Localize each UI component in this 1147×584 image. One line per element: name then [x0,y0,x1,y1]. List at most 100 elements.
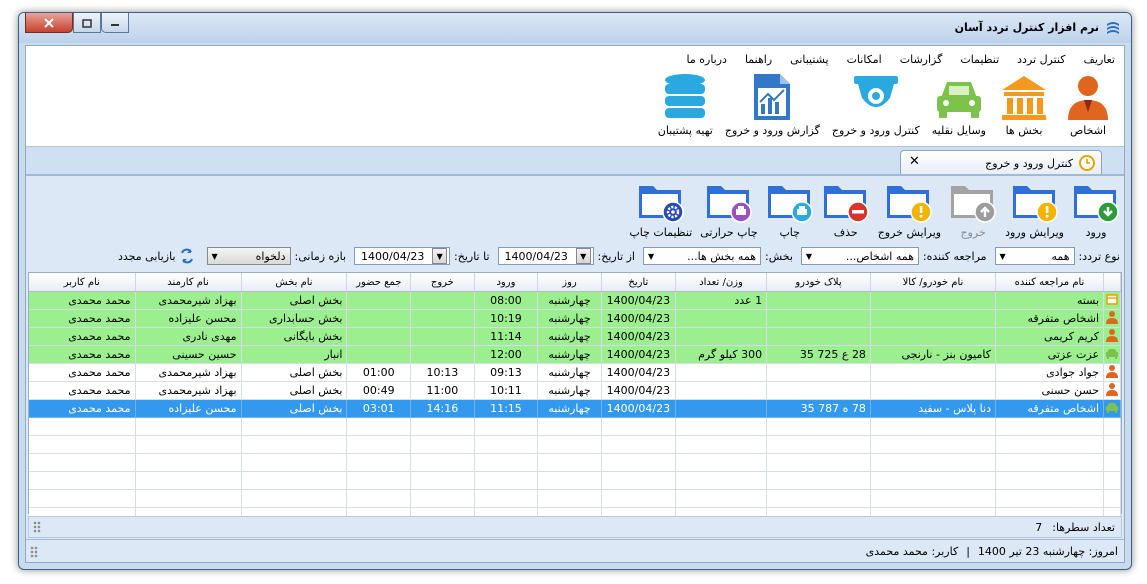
traffic-panel: ورود ویرایش ورود خروج ویرایش خروج حذف چا… [26,174,1124,562]
close-button[interactable] [25,13,73,33]
reload-button[interactable]: بازیابی مجدد [118,248,195,264]
column-header-4[interactable]: تاریخ [601,273,676,292]
toolbar-button-7[interactable]: تنظیمات چاپ [629,180,692,244]
menu-item-2[interactable]: تنظیمات [951,50,1008,70]
table-cell [766,381,871,400]
row-type-cell [1103,363,1121,382]
menu-item-5[interactable]: پشتیبانی [781,50,837,70]
menu-item-4[interactable]: امکانات [838,50,891,70]
folder-warning-icon [1012,186,1058,223]
ribbon: اشخاص بخش ها وسایل نقلیه کنترل ورود و خروج گ… [26,72,1124,144]
toolbar-button-3[interactable]: ویرایش خروج [878,180,941,244]
column-header-5[interactable]: روز [537,273,602,292]
table-cell [675,309,768,328]
from-date-picker[interactable]: 1400/04/23 ▼ [497,247,594,265]
column-header-3[interactable]: وزن/ تعداد [675,273,768,292]
table-cell: 11:15 [474,399,539,418]
table-cell [410,291,475,310]
column-header-6[interactable]: ورود [474,273,539,292]
row-type-cell [1103,327,1121,346]
status-today: امروز: چهارشنبه 23 تیر 1400 [977,544,1118,558]
menu-item-6[interactable]: راهنما [736,50,781,70]
maximize-button[interactable] [73,13,101,33]
empty-cell [29,471,136,490]
table-cell: کریم کریمی [995,327,1105,346]
table-row[interactable]: جواد جوادی 1400/04/23 چهارشنبه 09:13 10:13 01… [29,363,1121,382]
table-cell: بخش حسابداری [241,309,348,328]
car-icon [936,82,981,118]
empty-row [29,417,1121,436]
empty-cell [346,453,412,472]
empty-cell [537,489,602,508]
table-cell: چهارشنبه [537,363,602,382]
table-cell [766,309,871,328]
row-type-cell [1103,381,1121,400]
table-cell: بهزاد شیرمحمدی [135,291,242,310]
column-header-1[interactable]: نام خودرو/ کالا [870,273,996,292]
ribbon-report-button[interactable]: گزارش ورود و خروج [721,72,824,144]
grip-icon [33,521,41,533]
resize-grip-icon[interactable] [30,546,38,558]
tab-traffic-control[interactable]: کنترل ورود و خروج ✕ [900,150,1102,175]
window-controls [25,13,129,33]
column-header-7[interactable]: خروج [410,273,475,292]
range-select[interactable]: دلخواه ▼ [206,247,291,265]
dropdown-icon[interactable]: ▼ [432,248,448,264]
table-cell: بخش اصلی [241,381,348,400]
menu-item-7[interactable]: درباره ما [678,50,736,70]
table-row[interactable]: بسته 1 عدد 1400/04/23 چهارشنبه 08:00 بخش اصلی… [29,291,1121,310]
toolbar-button-5[interactable]: چاپ [766,180,814,244]
menu-item-3[interactable]: گزارشات [891,50,952,70]
document-tabstrip: کنترل ورود و خروج ✕ [26,146,1124,175]
table-row[interactable]: عزت عزتی کامیون بنز - نارنجی 28 ع 725 35 30… [29,345,1121,364]
table-row[interactable]: اشخاص متفرقه 1400/04/23 چهارشنبه 10:19 بخش ح… [29,309,1121,328]
empty-cell [766,471,871,490]
column-header-10[interactable]: نام کارمند [135,273,242,292]
empty-cell [474,471,539,490]
ribbon-person-button[interactable]: اشخاص [1058,72,1118,144]
table-cell: چهارشنبه [537,345,602,364]
table-cell [346,291,412,310]
toolbar-button-0[interactable]: ورود [1072,180,1120,244]
menu-item-0[interactable]: تعاریف [1075,50,1124,70]
minimize-button[interactable] [101,13,129,33]
column-header-0[interactable]: نام مراجعه کننده [995,273,1105,292]
toolbar-button-2[interactable]: خروج [949,180,997,244]
package-icon [1106,294,1118,305]
visitor-select[interactable]: همه اشخاص... ▼ [800,247,919,265]
column-header-8[interactable]: جمع حضور [346,273,412,292]
to-date-picker[interactable]: 1400/04/23 ▼ [354,247,451,265]
status-user: کاربر: محمد محمدی [865,544,959,558]
table-cell: محمد محمدی [29,363,136,382]
column-header-9[interactable]: نام بخش [241,273,348,292]
empty-cell [346,489,412,508]
ribbon-database-button[interactable]: تهیه پشتیبان [654,72,717,144]
toolbar-label: چاپ [779,226,800,239]
dropdown-icon[interactable]: ▼ [575,248,591,264]
close-tab-icon[interactable]: ✕ [909,154,920,169]
toolbar-button-6[interactable]: چاپ حرارتی [700,180,758,244]
ribbon-camera-button[interactable]: کنترل ورود و خروج [828,72,924,144]
ribbon-car-button[interactable]: وسایل نقلیه [928,72,990,144]
column-header-2[interactable]: پلاک خودرو [766,273,871,292]
table-cell [410,309,475,328]
restore-icon [82,18,92,28]
table-cell: 03:01 [346,399,412,418]
menu-item-1[interactable]: کنترل تردد [1008,50,1074,70]
table-cell: 00:49 [346,381,412,400]
table-row[interactable]: حسن حسنی 1400/04/23 چهارشنبه 10:11 11:00 00:4… [29,381,1121,400]
table-cell: انبار [241,345,348,364]
car-icon [1106,349,1119,359]
traffic-type-select[interactable]: همه ▼ [994,247,1075,265]
toolbar-button-1[interactable]: ویرایش ورود [1005,180,1064,244]
toolbar-button-4[interactable]: حذف [822,180,870,244]
ribbon-building-button[interactable]: بخش ها [994,72,1054,144]
table-cell: 10:13 [410,363,475,382]
section-select[interactable]: همه بخش ها... ▼ [643,247,761,265]
column-header-11[interactable]: نام کاربر [29,273,136,292]
table-row[interactable]: کریم کریمی 1400/04/23 چهارشنبه 11:14 بخش بای… [29,327,1121,346]
table-row[interactable]: اشخاص متفرقه دنا پلاس - سفید 78 ه 787 35 14… [29,399,1121,418]
table-cell: دنا پلاس - سفید [870,399,996,418]
table-cell: 1 عدد [675,291,768,310]
table-cell [410,327,475,346]
